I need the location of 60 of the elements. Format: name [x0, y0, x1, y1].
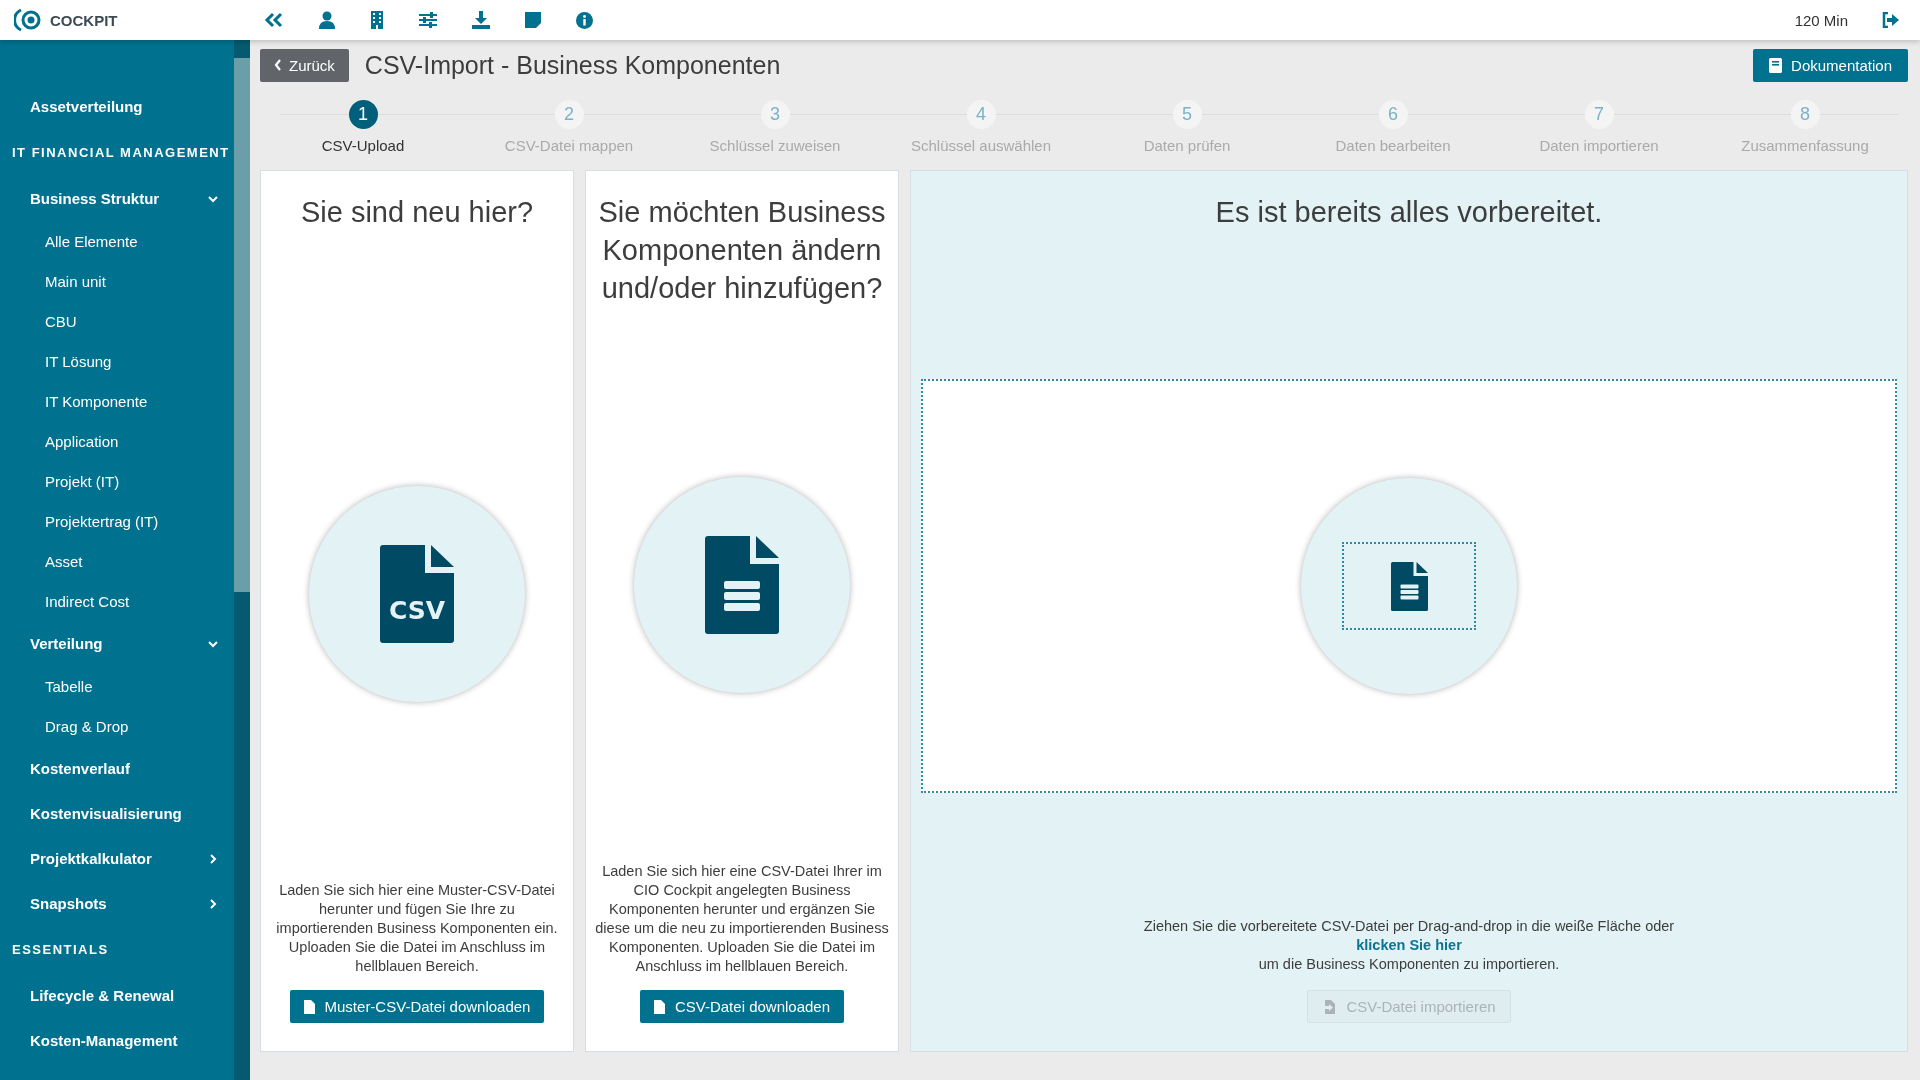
building-icon[interactable]	[370, 11, 384, 29]
back-button[interactable]: Zurück	[260, 48, 349, 82]
upload-instruction: um die Business Komponenten zu importieren.	[1258, 955, 1560, 974]
scrollbar[interactable]	[234, 40, 250, 1080]
upload-instruction: Ziehen Sie die vorbereitete CSV-Datei per Drag-and-drop in die weiße Fläche oder	[1143, 917, 1675, 936]
nav-item[interactable]: Assetverteilung	[0, 84, 234, 129]
chevron-icon	[208, 898, 218, 909]
card-title: Es ist bereits alles vorbereitet.	[1215, 195, 1603, 230]
file-icon	[653, 999, 665, 1014]
user-icon[interactable]	[319, 11, 335, 29]
data-file-icon	[1390, 561, 1428, 611]
info-icon[interactable]	[576, 11, 593, 29]
card-title: Sie sind neu hier?	[300, 195, 534, 230]
chevron-icon	[208, 193, 218, 204]
download-icon[interactable]	[472, 11, 490, 29]
nav-subitem[interactable]: Application	[0, 421, 234, 461]
download-button[interactable]: Muster-CSV-Datei downloaden	[289, 990, 545, 1023]
nav-subitem[interactable]: Drag & Drop	[0, 706, 234, 746]
file-icon	[303, 999, 315, 1014]
nav-subitem[interactable]: CBU	[0, 301, 234, 341]
nav-group[interactable]: Snapshots	[0, 881, 234, 926]
nav-subitem[interactable]: Main unit	[0, 261, 234, 301]
nav-subitem[interactable]: Asset	[0, 541, 234, 581]
file-icon	[380, 545, 454, 643]
double-chevron-left-icon[interactable]	[264, 12, 284, 28]
logout-icon[interactable]	[1882, 12, 1900, 28]
nav-group[interactable]: Business Struktur	[0, 176, 234, 221]
documentation-button[interactable]: Dokumentation	[1753, 48, 1908, 82]
file-import-icon	[1322, 999, 1337, 1014]
wizard-step[interactable]: 1 CSV-Upload	[260, 100, 466, 170]
chevron-icon	[208, 853, 218, 864]
book-icon	[1769, 57, 1783, 73]
data-file-icon	[705, 535, 779, 634]
nav-section-heading: ESSENTIALS	[11, 941, 110, 959]
nav-subitem[interactable]: Projekt (IT)	[0, 461, 234, 501]
nav-item[interactable]: Kostenvisualisierung	[0, 791, 234, 836]
nav-group[interactable]: Verteilung	[0, 621, 234, 666]
card-description: Laden Sie sich hier eine Muster-CSV-Datei herunter und fügen Sie Ihre zu importierenden Business Komponenten ein. Uploaden Sie die Datei im Anschluss im hellblauen Bereich.	[275, 881, 559, 976]
chevron-icon	[208, 638, 218, 649]
session-timer: 120 Min	[1794, 11, 1848, 29]
icon-label: CSV	[388, 596, 446, 625]
download-button[interactable]: CSV-Datei downloaden	[639, 990, 845, 1023]
chevron-left-icon	[274, 59, 282, 71]
nav-item[interactable]: Kostenverlauf	[0, 746, 234, 791]
card-description: Laden Sie sich hier eine CSV-Datei Ihrer im CIO Cockpit angelegten Business Komponenten herunter und ergänzen Sie diese um die neu zu importierenden Business Komponenten. Uploaden Sie die Datei im Anschluss im hellblauen Bereich.	[594, 862, 890, 976]
sliders-icon[interactable]	[419, 12, 437, 28]
nav-section-heading: IT FINANCIAL MANAGEMENT	[11, 144, 231, 162]
logo-text: COCKPIT	[50, 11, 118, 29]
nav-group[interactable]: Projektkalkulator	[0, 836, 234, 881]
nav-subitem[interactable]: Indirect Cost	[0, 581, 234, 621]
page-title: CSV-Import - Business Komponenten	[364, 50, 781, 80]
note-icon[interactable]	[525, 12, 541, 28]
card-title: Sie möchten Business Komponenten ändern und/oder hinzufügen?	[597, 195, 887, 306]
nav-item[interactable]: Lifecycle & Renewal	[0, 973, 234, 1018]
nav-subitem[interactable]: IT Komponente	[0, 381, 234, 421]
nav-subitem[interactable]: IT Lösung	[0, 341, 234, 381]
nav-subitem[interactable]: Tabelle	[0, 666, 234, 706]
nav-item[interactable]: Kosten-Management	[0, 1018, 234, 1063]
nav-subitem[interactable]: Alle Elemente	[0, 221, 234, 261]
nav-subitem[interactable]: Projektertrag (IT)	[0, 501, 234, 541]
